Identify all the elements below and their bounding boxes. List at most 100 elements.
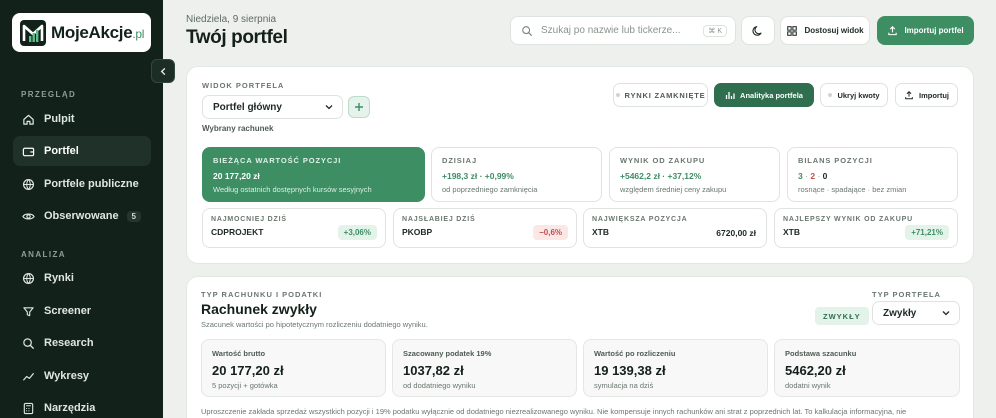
watchlist-count-badge: 5: [126, 210, 141, 222]
stat-value: 20 177,20 zł: [212, 363, 284, 378]
sidebar-item-charts[interactable]: Wykresy: [13, 361, 151, 391]
estimate-basis-card: Podstawa szacunku 5462,20 zł dodatni wyn…: [774, 339, 960, 397]
grid-icon: [787, 25, 798, 36]
card-subtitle: względem średniej ceny zakupu: [620, 185, 727, 194]
upload-icon: [888, 26, 898, 36]
search-input[interactable]: [541, 25, 701, 36]
today-change-card: DZISIAJ +198,3 zł · +0,99% od poprzednie…: [431, 147, 602, 202]
logo-text: MojeAkcje.pl: [51, 22, 145, 42]
card-value: +5462,2 zł · +37,12%: [620, 171, 702, 181]
card-subtitle: Według ostatnich dostępnych kursów sesyj…: [213, 185, 372, 194]
account-tax-panel: TYP RACHUNKU I PODATKI Rachunek zwykły S…: [186, 276, 974, 418]
search-icon: [522, 25, 533, 36]
sidebar-item-label: Pulpit: [44, 113, 75, 125]
portfolio-type-value: Zwykły: [883, 307, 917, 319]
add-portfolio-button[interactable]: [348, 96, 370, 118]
collapse-sidebar-button[interactable]: [151, 59, 175, 83]
plus-icon: [355, 103, 363, 111]
portfolio-select-value: Portfel główny: [213, 101, 282, 113]
import-button[interactable]: Importuj: [895, 83, 958, 107]
sidebar-item-label: Screener: [44, 305, 92, 317]
sidebar-item-label: Research: [44, 337, 94, 349]
falling-count: 2: [810, 171, 816, 181]
customize-view-button[interactable]: Dostosuj widok: [780, 16, 870, 45]
portfolio-analytics-button[interactable]: Analityka portfela: [714, 83, 814, 107]
separator: ·: [817, 171, 821, 181]
stat-label: Szacowany podatek 19%: [403, 349, 492, 358]
card-label: DZISIAJ: [442, 156, 478, 165]
hide-amounts-label: Ukryj kwoty: [837, 90, 880, 100]
home-icon: [23, 114, 34, 125]
search-box[interactable]: ⌘ K: [510, 16, 736, 45]
portfolio-analytics-label: Analityka portfela: [740, 90, 803, 100]
theme-toggle-button[interactable]: [741, 16, 775, 45]
sidebar-item-portfel[interactable]: Portfel: [13, 136, 151, 166]
sidebar-item-tools[interactable]: Narzędzia: [13, 393, 151, 418]
current-value-card: BIEŻĄCA WARTOŚĆ POZYCJI 20 177,20 zł Wed…: [202, 147, 425, 202]
calculator-icon: [23, 402, 34, 414]
account-section-label: TYP RACHUNKU I PODATKI: [201, 290, 323, 299]
market-status-badge: RYNKI ZAMKNIĘTE: [613, 83, 708, 107]
globe-icon: [22, 272, 35, 284]
sidebar-item-label: Wykresy: [44, 370, 90, 382]
stat-subtitle: symulacja na dziś: [594, 381, 654, 390]
search-icon: [23, 337, 35, 349]
card-value: 20 177,20 zł: [213, 171, 260, 181]
stat-value: 5462,20 zł: [785, 363, 846, 378]
position-value: 6720,00 zł: [716, 228, 756, 238]
card-label: BIEŻĄCA WARTOŚĆ POZYCJI: [213, 156, 342, 165]
estimated-tax-card: Szacowany podatek 19% 1037,82 zł od doda…: [392, 339, 577, 397]
stat-value: 19 139,38 zł: [594, 363, 666, 378]
stat-label: Podstawa szacunku: [785, 349, 857, 358]
sidebar-item-public-portfolios[interactable]: Portfele publiczne: [13, 169, 151, 199]
mover-label: NAJSŁABIEJ DZIŚ: [402, 216, 476, 223]
sidebar-item-label: Portfele publiczne: [44, 178, 139, 190]
top-loser-card[interactable]: NAJSŁABIEJ DZIŚ PKOBP −0,6%: [393, 208, 577, 248]
sidebar-item-watchlist[interactable]: Obserwowane 5: [13, 201, 151, 231]
mover-label: NAJLEPSZY WYNIK OD ZAKUPU: [783, 216, 913, 223]
chevron-down-icon: [942, 311, 950, 316]
stat-subtitle: dodatni wynik: [785, 381, 831, 390]
customize-view-label: Dostosuj widok: [804, 26, 864, 35]
stat-value: 1037,82 zł: [403, 363, 464, 378]
globe-icon: [22, 178, 35, 190]
portfolio-view-label: WIDOK PORTFELA: [202, 81, 285, 90]
status-dot: [615, 93, 620, 97]
account-description: Szacunek wartości po hipotetycznym rozli…: [201, 320, 428, 329]
card-value: 3 · 2 · 0: [798, 171, 947, 181]
position-balance-card: BILANS POZYCJI 3 · 2 · 0 rosnące · spada…: [787, 147, 958, 202]
portfolio-panel: WIDOK PORTFELA Portfel główny Wybrany ra…: [186, 66, 974, 264]
wallet-icon: [22, 147, 35, 156]
portfolio-select[interactable]: Portfel główny: [202, 95, 343, 119]
sidebar-item-screener[interactable]: Screener: [13, 296, 151, 326]
eye-icon: [22, 212, 35, 220]
portfolio-type-label: TYP PORTFELA: [872, 290, 941, 299]
mover-label: NAJMOCNIEJ DZIŚ: [211, 216, 287, 223]
portfolio-type-select[interactable]: Zwykły: [872, 301, 960, 325]
value-after-settlement-card: Wartość po rozliczeniu 19 139,38 zł symu…: [583, 339, 768, 397]
card-value: +198,3 zł · +0,99%: [442, 171, 514, 181]
mover-label: NAJWIĘKSZA POZYCJA: [592, 216, 688, 223]
upload-icon: [905, 90, 913, 100]
card-label: BILANS POZYCJI: [798, 156, 873, 165]
mover-change: +3,06%: [337, 225, 377, 240]
logo[interactable]: MojeAkcje.pl: [12, 13, 151, 52]
stat-subtitle: od dodatniego wyniku: [403, 381, 476, 390]
rising-count: 3: [798, 171, 803, 181]
largest-position-card[interactable]: NAJWIĘKSZA POZYCJA XTB 6720,00 zł: [583, 208, 767, 248]
selected-account-label: Wybrany rachunek: [202, 124, 274, 133]
best-result-card[interactable]: NAJLEPSZY WYNIK OD ZAKUPU XTB +71,21%: [774, 208, 958, 248]
sidebar: MojeAkcje.pl PRZEGLĄD Pulpit Portfel Por…: [0, 0, 175, 418]
unchanged-count: 0: [822, 171, 828, 181]
top-gainer-card[interactable]: NAJMOCNIEJ DZIŚ CDPROJEKT +3,06%: [202, 208, 386, 248]
import-portfolio-button[interactable]: Importuj portfel: [877, 16, 974, 45]
hide-amounts-button[interactable]: Ukryj kwoty: [820, 83, 888, 107]
sidebar-item-markets[interactable]: Rynki: [13, 263, 151, 293]
card-subtitle: od poprzedniego zamknięcia: [442, 185, 538, 194]
stat-label: Wartość po rozliczeniu: [594, 349, 676, 358]
search-shortcut: ⌘ K: [703, 24, 727, 37]
stat-subtitle: 5 pozycji + gotówka: [212, 381, 278, 390]
sidebar-item-research[interactable]: Research: [13, 328, 151, 358]
sidebar-item-pulpit[interactable]: Pulpit: [13, 104, 151, 134]
import-portfolio-label: Importuj portfel: [904, 26, 964, 35]
